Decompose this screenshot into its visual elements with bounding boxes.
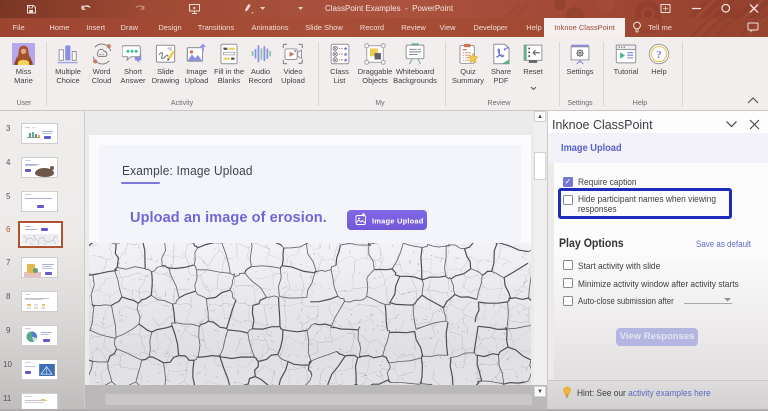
svg-text:?: ? — [656, 49, 662, 61]
svg-text:Image Upload: Image Upload — [372, 217, 424, 226]
